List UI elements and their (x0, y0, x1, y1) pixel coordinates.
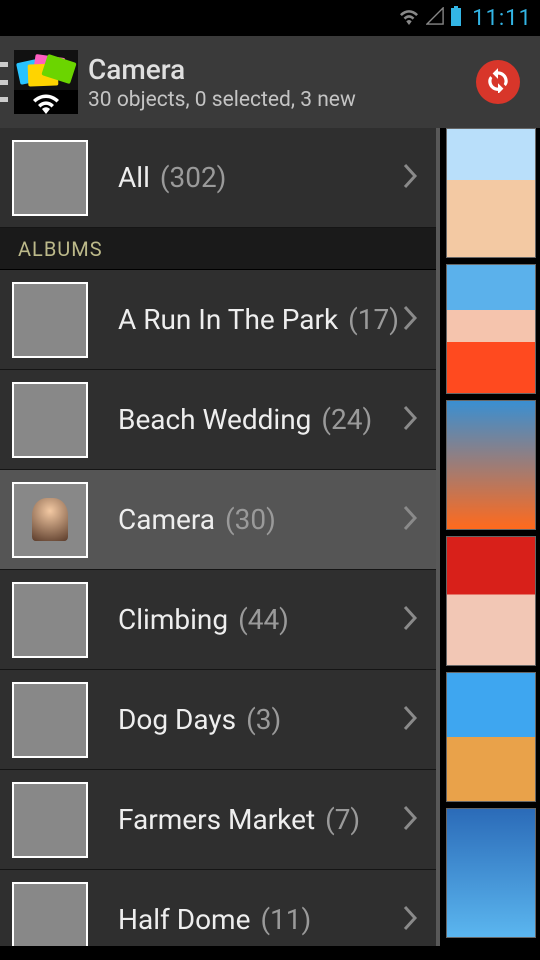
cell-signal-icon (426, 7, 444, 29)
album-thumb (12, 382, 88, 458)
album-row[interactable]: Climbing (44) (0, 570, 440, 670)
album-name: Farmers Market (118, 803, 315, 836)
chevron-right-icon (402, 162, 422, 194)
album-row[interactable]: Dog Days (3) (0, 670, 440, 770)
album-row[interactable]: Camera (30) (0, 470, 440, 570)
album-count: (24) (321, 403, 372, 436)
chevron-right-icon (402, 904, 422, 936)
photo-thumb[interactable] (446, 128, 536, 258)
album-name: Camera (118, 503, 215, 536)
chevron-right-icon (402, 504, 422, 536)
app-icon[interactable] (14, 50, 78, 114)
drawer-handle-icon[interactable] (0, 62, 8, 102)
photo-thumb[interactable] (446, 264, 536, 394)
section-header-albums: ALBUMS (0, 228, 440, 270)
album-thumb (12, 682, 88, 758)
photo-thumb[interactable] (446, 536, 536, 666)
photo-thumb[interactable] (446, 672, 536, 802)
album-thumb (12, 582, 88, 658)
album-thumb (12, 782, 88, 858)
album-thumb (12, 482, 88, 558)
album-row-all[interactable]: All (302) (0, 128, 440, 228)
album-count: (7) (325, 803, 360, 836)
action-bar: Camera 30 objects, 0 selected, 3 new (0, 36, 540, 128)
status-clock: 11:11 (472, 6, 532, 31)
album-name: Climbing (118, 603, 228, 636)
chevron-right-icon (402, 704, 422, 736)
album-name: Dog Days (118, 703, 236, 736)
album-count: (30) (225, 503, 276, 536)
album-count: (17) (348, 303, 399, 336)
album-name: A Run In The Park (118, 303, 338, 336)
album-row[interactable]: A Run In The Park (17) (0, 270, 440, 370)
photo-thumb[interactable] (446, 400, 536, 530)
photo-strip[interactable] (440, 128, 540, 946)
album-name: Beach Wedding (118, 403, 311, 436)
photo-thumb[interactable] (446, 808, 536, 938)
album-count: (3) (246, 703, 281, 736)
album-name: Half Dome (118, 903, 250, 936)
sync-icon (485, 67, 511, 97)
album-count: (302) (160, 161, 227, 194)
album-name: All (118, 161, 150, 194)
album-row[interactable]: Beach Wedding (24) (0, 370, 440, 470)
page-subtitle: 30 objects, 0 selected, 3 new (88, 88, 476, 112)
album-row[interactable]: Farmers Market (7) (0, 770, 440, 870)
album-row[interactable]: Half Dome (11) (0, 870, 440, 946)
chevron-right-icon (402, 404, 422, 436)
status-bar: 11:11 (0, 0, 540, 36)
battery-icon (450, 6, 462, 30)
album-count: (11) (260, 903, 311, 936)
album-thumb (12, 140, 88, 216)
nav-bar (0, 946, 540, 960)
chevron-right-icon (402, 604, 422, 636)
album-thumb (12, 882, 88, 947)
album-list[interactable]: All (302) ALBUMS A Run In The Park (17) Beach… (0, 128, 440, 946)
chevron-right-icon (402, 304, 422, 336)
wifi-icon (398, 7, 420, 29)
sync-button[interactable] (476, 60, 520, 104)
album-thumb (12, 282, 88, 358)
page-title: Camera (88, 53, 476, 86)
chevron-right-icon (402, 804, 422, 836)
album-count: (44) (238, 603, 289, 636)
